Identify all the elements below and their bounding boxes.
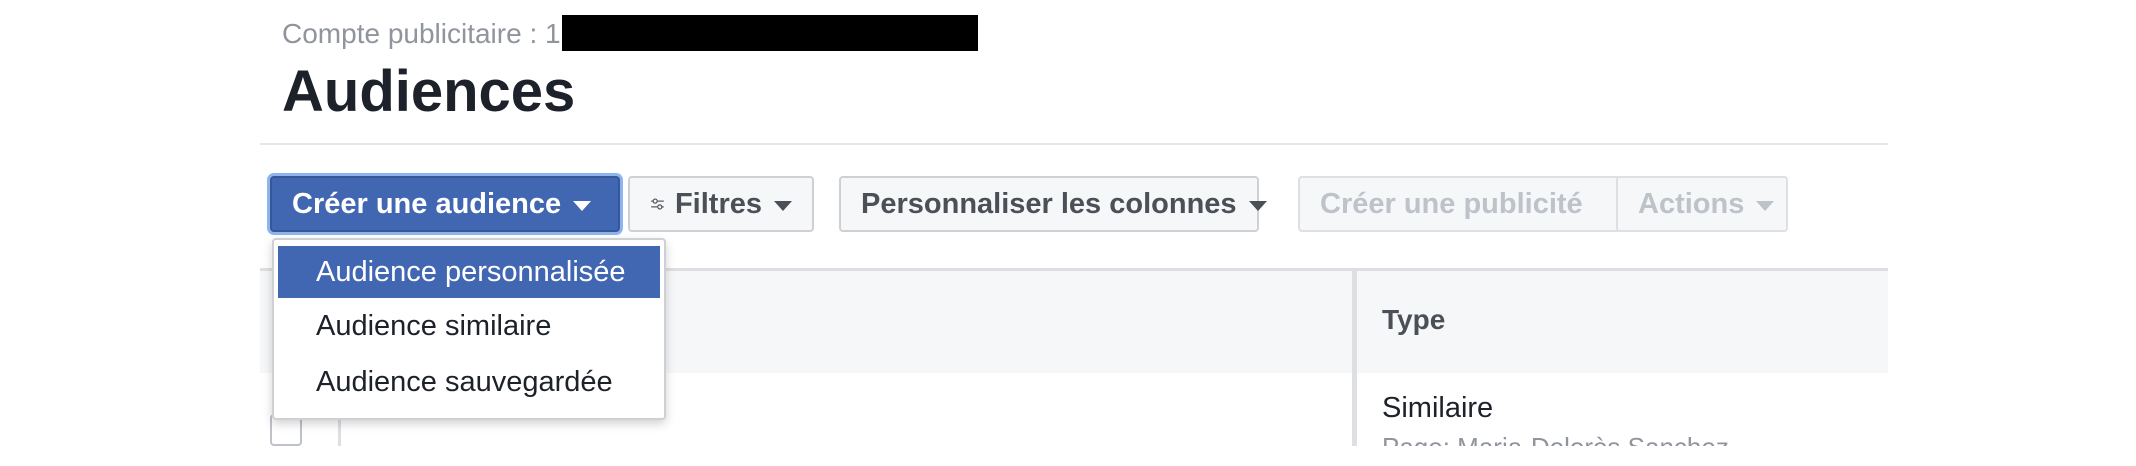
menu-item-saved-audience[interactable]: Audience sauvegardée	[278, 356, 660, 408]
column-separator[interactable]	[1352, 268, 1357, 466]
create-audience-button[interactable]: Créer une audience	[270, 176, 620, 232]
account-line: Compte publicitaire : 1	[282, 18, 561, 50]
row-audience-type: Similaire	[1382, 392, 1494, 424]
create-ad-label: Créer une publicité	[1320, 187, 1583, 220]
account-label: Compte publicitaire : 1	[282, 18, 561, 49]
menu-item-custom-audience[interactable]: Audience personnalisée	[278, 246, 660, 298]
caret-down-icon	[1756, 201, 1775, 211]
right-blank-area	[1888, 0, 2136, 466]
filters-label: Filtres	[674, 187, 762, 220]
header-divider	[260, 143, 1888, 145]
page-title: Audiences	[282, 59, 576, 124]
column-header-type[interactable]: Type	[1382, 304, 1445, 336]
actions-label: Actions	[1638, 187, 1745, 220]
caret-down-icon	[573, 201, 592, 211]
create-ad-button[interactable]: Créer une publicité	[1298, 176, 1622, 232]
filters-button[interactable]: Filtres	[628, 176, 814, 232]
menu-item-lookalike-audience[interactable]: Audience similaire	[278, 300, 660, 352]
sliders-icon	[651, 198, 664, 210]
bottom-clip	[0, 446, 2136, 466]
caret-down-icon	[774, 201, 792, 211]
actions-button[interactable]: Actions	[1616, 176, 1788, 232]
customize-columns-label: Personnaliser les colonnes	[861, 187, 1237, 220]
redacted-account-id	[562, 15, 978, 51]
create-audience-label: Créer une audience	[292, 187, 562, 220]
caret-down-icon	[1248, 201, 1267, 211]
customize-columns-button[interactable]: Personnaliser les colonnes	[839, 176, 1267, 232]
create-audience-dropdown: Audience personnalisée Audience similair…	[272, 238, 666, 420]
